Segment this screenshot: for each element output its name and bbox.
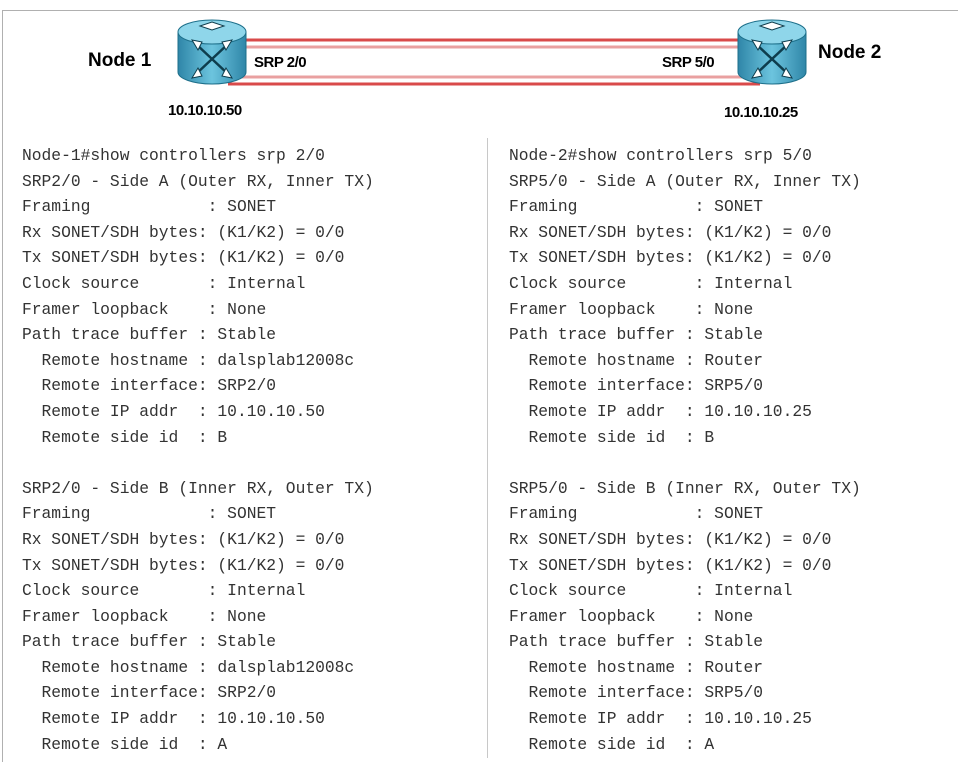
- node-2-label: Node 2: [818, 42, 882, 63]
- router-icon-node-1: [177, 19, 247, 85]
- cli-line: Framer loopback : None: [22, 299, 267, 319]
- cli-line: SRP2/0 - Side B (Inner RX, Outer TX): [22, 478, 374, 498]
- node-2-cli-output: Node-2#show controllers srp 5/0 SRP5/0 - …: [509, 143, 861, 757]
- cli-line: Remote side id : B: [22, 427, 228, 447]
- cli-line: Framer loopback : None: [22, 606, 267, 626]
- cli-line: Remote side id : B: [509, 427, 715, 447]
- cli-line: Framing : SONET: [22, 504, 277, 524]
- node-1-port-label: SRP 2/0: [254, 54, 307, 71]
- cli-line: Remote hostname : dalsplab12008c: [22, 350, 355, 370]
- cli-line: Tx SONET/SDH bytes: (K1/K2) = 0/0: [509, 248, 832, 268]
- node-1-ip-label: 10.10.10.50: [168, 102, 242, 119]
- cli-line: Framing : SONET: [509, 197, 764, 217]
- cli-line: Remote hostname : dalsplab12008c: [22, 657, 355, 677]
- node-2-ip-label: 10.10.10.25: [724, 104, 798, 121]
- column-divider: [487, 138, 488, 758]
- cli-line: Tx SONET/SDH bytes: (K1/K2) = 0/0: [509, 555, 832, 575]
- cli-line: Path trace buffer : Stable: [22, 325, 277, 345]
- cli-line: Clock source : Internal: [509, 581, 793, 601]
- cli-line: Rx SONET/SDH bytes: (K1/K2) = 0/0: [509, 529, 832, 549]
- cli-line: Framing : SONET: [509, 504, 764, 524]
- cli-line: Tx SONET/SDH bytes: (K1/K2) = 0/0: [22, 555, 345, 575]
- cli-line: Remote hostname : Router: [509, 350, 764, 370]
- cli-line: Clock source : Internal: [22, 581, 306, 601]
- cli-line: Framer loopback : None: [509, 299, 754, 319]
- cli-line: Path trace buffer : Stable: [22, 632, 277, 652]
- cli-line: Node-1#show controllers srp 2/0: [22, 146, 325, 165]
- cli-line: [509, 450, 861, 476]
- cli-line: Rx SONET/SDH bytes: (K1/K2) = 0/0: [22, 222, 345, 242]
- cli-line: Clock source : Internal: [509, 273, 793, 293]
- cli-line: Rx SONET/SDH bytes: (K1/K2) = 0/0: [509, 222, 832, 242]
- cli-line: Clock source : Internal: [22, 273, 306, 293]
- router-icon-node-2: [737, 19, 807, 85]
- cli-line: Framer loopback : None: [509, 606, 754, 626]
- cli-line: Remote side id : A: [22, 734, 228, 754]
- cli-line: Remote interface: SRP2/0: [22, 683, 277, 703]
- cli-line: Path trace buffer : Stable: [509, 325, 764, 345]
- cli-line: Path trace buffer : Stable: [509, 632, 764, 652]
- cli-line: Remote IP addr : 10.10.10.50: [22, 709, 325, 729]
- cli-line: Node-2#show controllers srp 5/0: [509, 146, 812, 165]
- cli-line: SRP5/0 - Side A (Outer RX, Inner TX): [509, 171, 861, 191]
- cli-line: Tx SONET/SDH bytes: (K1/K2) = 0/0: [22, 248, 345, 268]
- node-1-label: Node 1: [88, 50, 152, 71]
- node-1-cli-output: Node-1#show controllers srp 2/0 SRP2/0 - …: [22, 143, 374, 757]
- cli-line: Remote IP addr : 10.10.10.25: [509, 401, 812, 421]
- cli-line: SRP5/0 - Side B (Inner RX, Outer TX): [509, 478, 861, 498]
- node-2-port-label: SRP 5/0: [662, 54, 715, 71]
- cli-line: Remote interface: SRP2/0: [22, 376, 277, 396]
- cli-line: Remote hostname : Router: [509, 657, 764, 677]
- cli-line: Remote side id : A: [509, 734, 715, 754]
- cli-line: SRP2/0 - Side A (Outer RX, Inner TX): [22, 171, 374, 191]
- cli-line: Remote IP addr : 10.10.10.50: [22, 401, 325, 421]
- cli-line: Remote interface: SRP5/0: [509, 376, 764, 396]
- cli-line: Framing : SONET: [22, 197, 277, 217]
- cli-line: Remote interface: SRP5/0: [509, 683, 764, 703]
- cli-line: Remote IP addr : 10.10.10.25: [509, 709, 812, 729]
- cli-line: [22, 450, 374, 476]
- cli-line: Rx SONET/SDH bytes: (K1/K2) = 0/0: [22, 529, 345, 549]
